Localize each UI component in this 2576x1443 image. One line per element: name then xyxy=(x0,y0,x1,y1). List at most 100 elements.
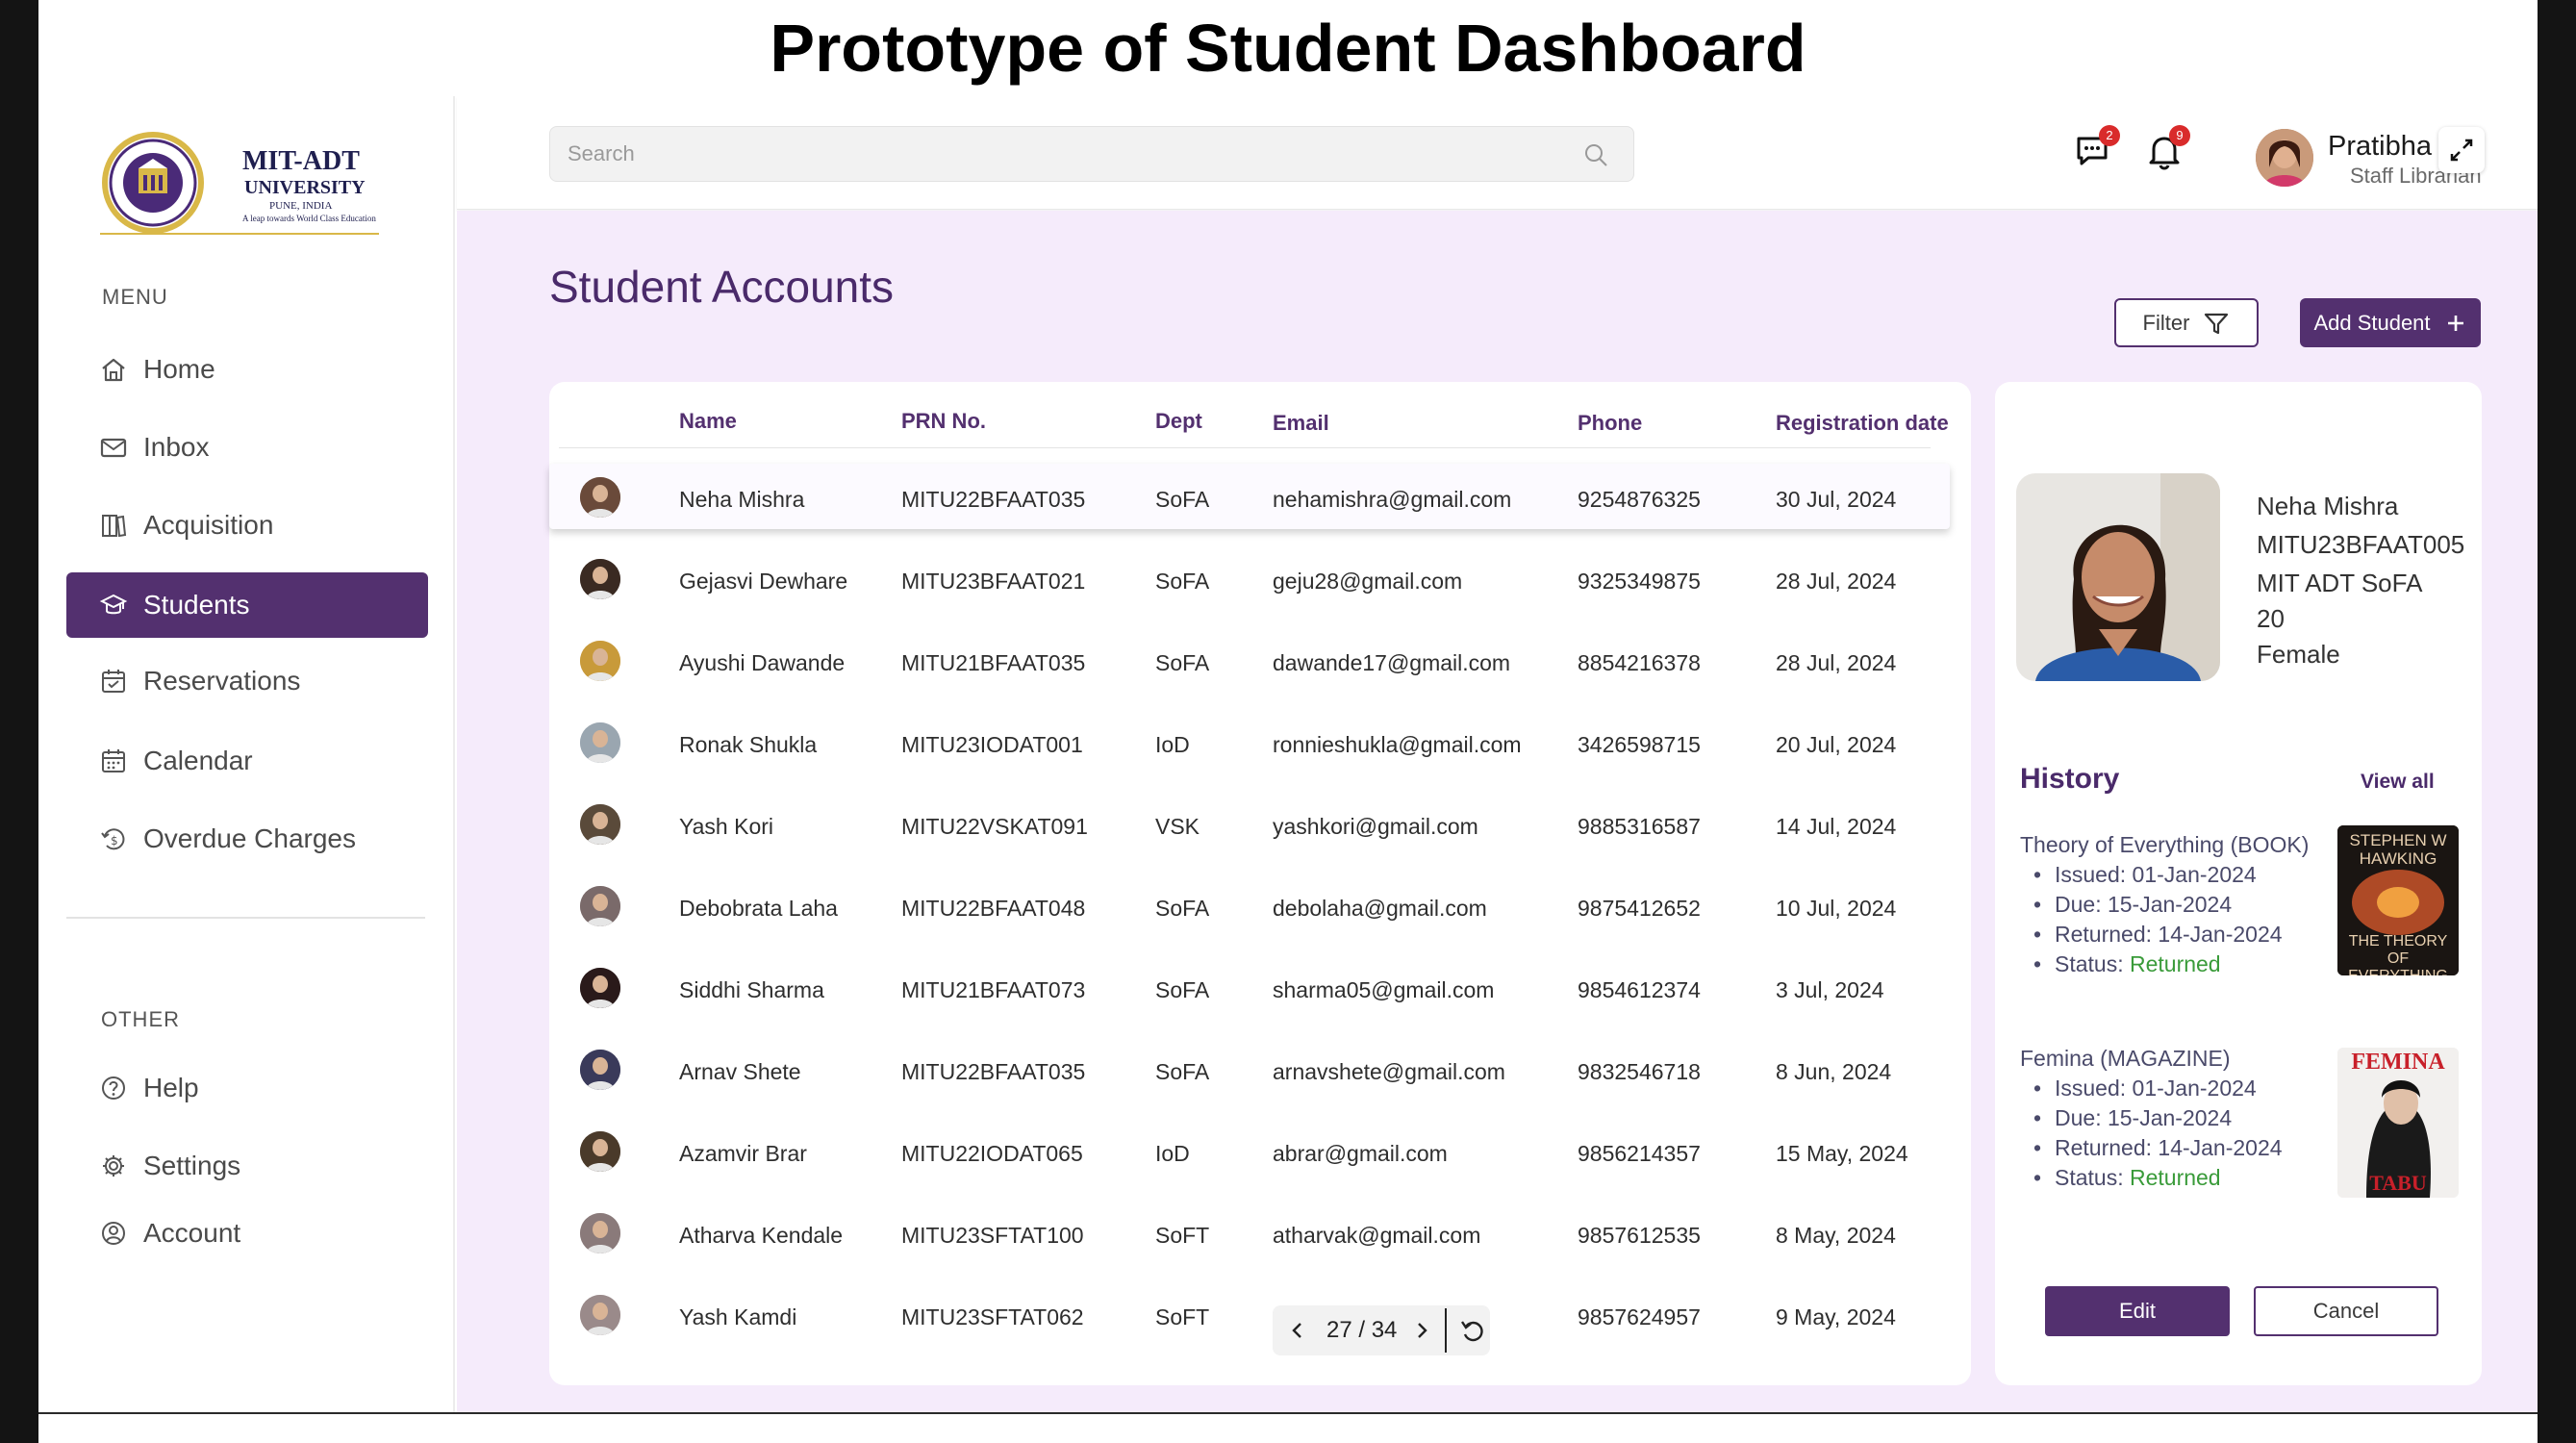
cell-date: 20 Jul, 2024 xyxy=(1776,732,1897,757)
column-header-phone[interactable]: Phone xyxy=(1578,411,1642,436)
expand-icon xyxy=(2450,139,2473,162)
notifications-button[interactable]: 9 xyxy=(2146,125,2190,171)
sidebar-item-reservations[interactable]: Reservations xyxy=(99,666,300,696)
logo-tagline: A leap towards World Class Education xyxy=(242,214,376,223)
svg-text:$: $ xyxy=(111,834,118,848)
magazine-cover-top-text: FEMINA xyxy=(2351,1050,2445,1075)
cell-prn: MITU23SFTAT062 xyxy=(901,1304,1084,1329)
cell-phone: 9875412652 xyxy=(1578,896,1701,921)
table-row[interactable]: Atharva Kendale MITU23SFTAT100 SoFT atharva… xyxy=(549,1200,1950,1265)
filter-button[interactable]: Filter xyxy=(2114,298,2259,347)
table-row[interactable]: Gejasvi Dewhare MITU23BFAAT021 SoFA geju28@… xyxy=(549,545,1950,611)
cell-name: Siddhi Sharma xyxy=(679,977,824,1002)
cell-dept: IoD xyxy=(1155,1141,1190,1166)
history-issued: Issued: 01-Jan-2024 xyxy=(2055,862,2257,887)
table-row[interactable]: Ayushi Dawande MITU21BFAAT035 SoFA dawande1… xyxy=(549,627,1950,693)
cell-dept: SoFA xyxy=(1155,487,1210,512)
cell-email: debolaha@gmail.com xyxy=(1273,896,1487,921)
pager-divider xyxy=(1445,1308,1448,1353)
edit-label: Edit xyxy=(2119,1299,2156,1323)
cell-date: 30 Jul, 2024 xyxy=(1776,487,1897,512)
table-row[interactable]: Yash KamdiMITU23SFTAT062SoFTyashk@gmail.… xyxy=(549,1281,1950,1347)
sidebar: MIT-ADT UNIVERSITY PUNE, INDIA A leap to… xyxy=(38,96,455,1412)
cell-name: Ayushi Dawande xyxy=(679,650,846,675)
cell-name: Azamvir Brar xyxy=(679,1141,807,1166)
cell-dept: SoFA xyxy=(1155,977,1210,1002)
cell-phone: 9856214357 xyxy=(1578,1141,1701,1166)
cell-prn: MITU22IODAT065 xyxy=(901,1141,1083,1166)
search-input[interactable] xyxy=(550,127,1633,181)
table-row[interactable]: Debobrata Laha MITU22BFAAT048 SoFA debolaha… xyxy=(549,873,1950,938)
table-row[interactable]: Yash Kori MITU22VSKAT091 VSK yashkori@gmail… xyxy=(549,791,1950,856)
other-section-label: OTHER xyxy=(101,1007,180,1031)
cell-email: atharvak@gmail.com xyxy=(1273,1223,1481,1248)
table-row[interactable]: Siddhi Sharma MITU21BFAAT073 SoFA sharma05@… xyxy=(549,954,1950,1020)
cancel-button[interactable]: Cancel xyxy=(2254,1286,2438,1336)
cell-prn: MITU23SFTAT100 xyxy=(901,1223,1084,1248)
detail-name: Neha Mishra xyxy=(2257,492,2399,520)
sidebar-item-settings[interactable]: Settings xyxy=(99,1151,240,1181)
logo-underline xyxy=(100,233,379,235)
table-row[interactable]: Azamvir Brar MITU22IODAT065 IoD abrar@gmail… xyxy=(549,1118,1950,1183)
column-header-registration-date[interactable]: Registration date xyxy=(1776,411,1949,436)
cell-phone: 9885316587 xyxy=(1578,814,1701,839)
sidebar-item-acquisition[interactable]: Acquisition xyxy=(99,510,273,541)
cell-date: 15 May, 2024 xyxy=(1776,1141,1908,1166)
cell-name: Ronak Shukla xyxy=(679,732,818,757)
expand-button[interactable] xyxy=(2438,127,2485,173)
add-student-label: Add Student xyxy=(2313,310,2431,335)
cell-phone: 9254876325 xyxy=(1578,487,1701,512)
table-row[interactable]: Ronak Shukla MITU23IODAT001 IoD ronnieshukl… xyxy=(549,709,1950,774)
cell-date: 8 Jun, 2024 xyxy=(1776,1059,1892,1084)
sidebar-item-calendar[interactable]: Calendar xyxy=(99,746,253,776)
student-avatar xyxy=(580,641,620,681)
student-avatar xyxy=(580,559,620,599)
table-body: Neha Mishra MITU22BFAAT035 SoFA nehamishra@… xyxy=(549,464,1954,1335)
sidebar-item-label: Help xyxy=(143,1073,199,1102)
refresh-icon[interactable] xyxy=(1458,1316,1487,1345)
history-heading: History xyxy=(2020,763,2120,795)
history-item[interactable]: Femina (MAGAZINE) • Issued: 01-Jan-2024 •… xyxy=(2020,1044,2283,1193)
sidebar-item-account[interactable]: Account xyxy=(99,1218,240,1249)
column-header-name[interactable]: Name xyxy=(679,409,737,434)
cell-phone: 9325349875 xyxy=(1578,569,1701,594)
messages-button[interactable]: 2 xyxy=(2075,125,2120,171)
sidebar-item-inbox[interactable]: Inbox xyxy=(99,432,210,463)
chevron-left-icon[interactable] xyxy=(1286,1319,1309,1342)
book-cover-theory-of-everything: STEPHEN W HAWKING THE THEORY OF EVERYTHI… xyxy=(2337,825,2459,975)
cell-dept: SoFA xyxy=(1155,569,1210,594)
cell-name: Yash Kamdi xyxy=(679,1304,797,1329)
history-item[interactable]: Theory of Everything (BOOK) • Issued: 01-… xyxy=(2020,830,2309,979)
sidebar-item-label: Calendar xyxy=(143,746,253,775)
chevron-right-icon[interactable] xyxy=(1410,1319,1433,1342)
search-icon[interactable] xyxy=(1581,140,1610,169)
avatar[interactable] xyxy=(2256,129,2313,187)
sidebar-item-help[interactable]: Help xyxy=(99,1073,199,1103)
sidebar-item-label: Overdue Charges xyxy=(143,823,357,853)
table-row[interactable]: Neha Mishra MITU22BFAAT035 SoFA nehamishra@… xyxy=(549,464,1950,529)
cell-dept: IoD xyxy=(1155,732,1190,757)
cell-prn: MITU21BFAAT035 xyxy=(901,650,1086,675)
cell-phone: 9857624957 xyxy=(1578,1304,1701,1329)
cell-prn: MITU23IODAT001 xyxy=(901,732,1083,757)
cell-email: nehamishra@gmail.com xyxy=(1273,487,1512,512)
page-title: Prototype of Student Dashboard xyxy=(770,11,1806,86)
top-bar: 2 9 Pratibha Ja Staff Librarian xyxy=(457,96,2538,210)
history-due: Due: 15-Jan-2024 xyxy=(2055,1105,2233,1130)
column-header-email[interactable]: Email xyxy=(1273,411,1329,436)
sidebar-item-overdue-charges[interactable]: $ Overdue Charges xyxy=(99,823,356,854)
cell-dept: SoFT xyxy=(1155,1223,1210,1248)
sidebar-item-label: Settings xyxy=(143,1151,241,1180)
history-status-label: Status: xyxy=(2055,1165,2130,1190)
view-all-link[interactable]: View all xyxy=(2361,771,2435,794)
sidebar-item-students[interactable]: Students xyxy=(66,572,428,638)
cell-email: arnavshete@gmail.com xyxy=(1273,1059,1505,1084)
sidebar-item-home[interactable]: Home xyxy=(99,354,215,385)
edit-button[interactable]: Edit xyxy=(2045,1286,2230,1336)
sidebar-item-label: Reservations xyxy=(143,666,301,696)
add-student-button[interactable]: Add Student xyxy=(2300,298,2481,347)
student-photo xyxy=(2016,473,2220,681)
column-header-dept[interactable]: Dept xyxy=(1155,409,1202,434)
column-header-prn[interactable]: PRN No. xyxy=(901,409,986,434)
table-row[interactable]: Arnav Shete MITU22BFAAT035 SoFA arnavshete@… xyxy=(549,1036,1950,1101)
